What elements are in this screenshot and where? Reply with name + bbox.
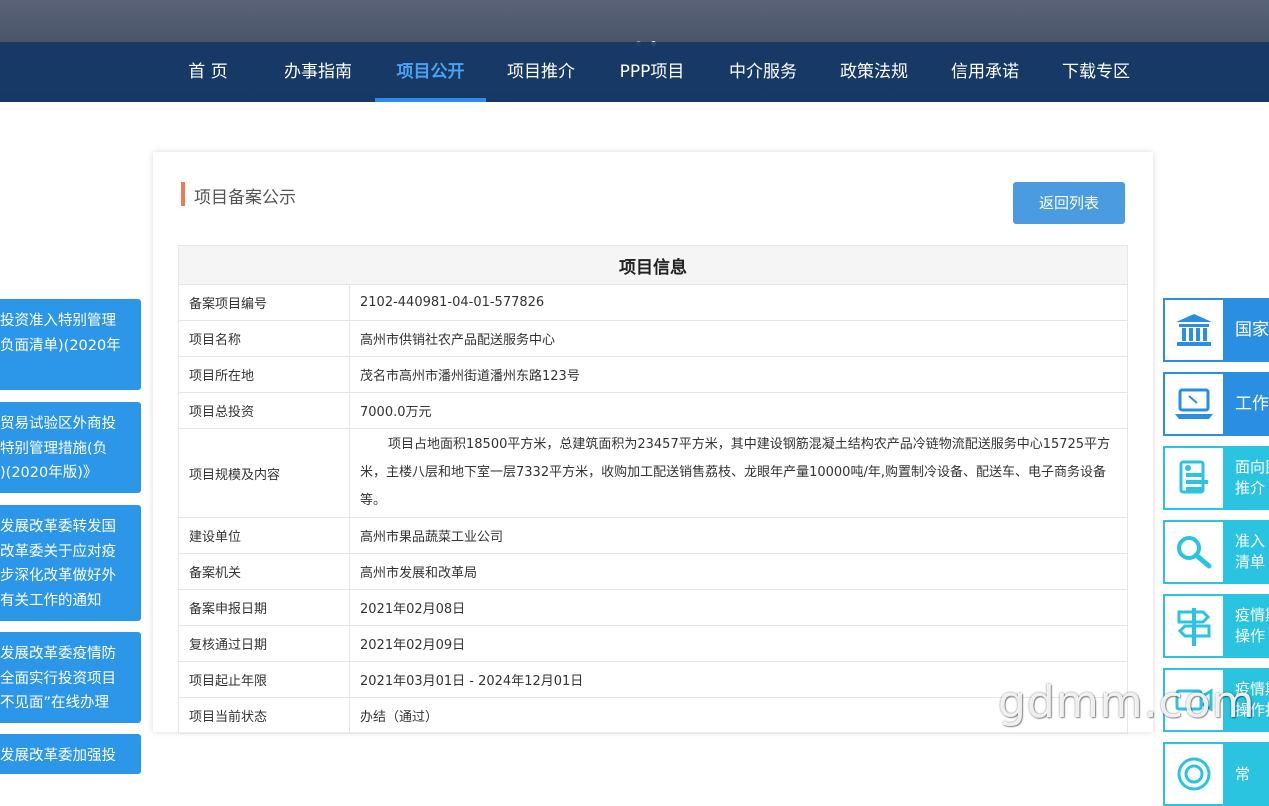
panel-line: 投资准入特别管理: [0, 313, 116, 329]
row-value: 2021年02月09日: [349, 625, 1128, 662]
row-value: 茂名市高州市潘州街道潘州东路123号: [349, 356, 1128, 393]
right-quick-link-3[interactable]: 面向民 推介: [1163, 446, 1269, 510]
target-icon: [1165, 744, 1223, 804]
row-value: 7000.0万元: [349, 392, 1128, 429]
row-value: 2102-440981-04-01-577826: [349, 284, 1128, 321]
nav-item-home[interactable]: 首 页: [168, 42, 248, 102]
panel-line: 改革委关于应对疫: [0, 543, 116, 560]
quick-link-label: 疫情期: [1235, 606, 1269, 624]
table-row: 备案项目编号 2102-440981-04-01-577826: [178, 284, 1128, 321]
panel-line: 有关工作的通知: [0, 592, 102, 609]
panel-line: )(2020年版)》: [0, 465, 98, 481]
nav-item-project-public[interactable]: 项目公开: [375, 42, 486, 102]
right-quick-link-1[interactable]: 国家: [1163, 298, 1269, 362]
table-row: 备案机关 高州市发展和改革局: [178, 553, 1128, 590]
table-row: 复核通过日期 2021年02月09日: [178, 625, 1128, 662]
row-label: 项目名称: [178, 320, 350, 357]
panel-line: 发展改革委加强投: [0, 748, 116, 764]
bank-icon: [1165, 300, 1223, 360]
panel-line: 贸易试验区外商投: [0, 416, 116, 432]
table-header: 项目信息: [178, 245, 1128, 285]
project-info-table: 项目信息 备案项目编号 2102-440981-04-01-577826 项目名…: [178, 245, 1128, 734]
panel-line: 特别管理措施(负: [0, 440, 108, 457]
left-policy-link-5[interactable]: 发展改革委加强投: [0, 734, 141, 774]
quick-link-label: 推介: [1235, 479, 1266, 497]
quick-link-label: 准入: [1235, 532, 1266, 550]
left-policy-link-1[interactable]: 投资准入特别管理 负面清单)(2020年: [0, 299, 141, 390]
quick-link-label: 工作: [1235, 393, 1269, 414]
nav-item-agency[interactable]: 中介服务: [715, 42, 811, 102]
row-label: 项目总投资: [178, 392, 350, 429]
row-value: 2021年02月08日: [349, 589, 1128, 626]
row-value: 高州市发展和改革局: [349, 553, 1128, 590]
row-label: 备案机关: [178, 553, 350, 590]
watermark: gdmm.com: [998, 677, 1256, 728]
row-label: 项目起止年限: [178, 661, 350, 698]
main-nav: 首 页 办事指南 项目公开 项目推介 PPP项目 中介服务 政策法规 信用承诺 …: [0, 42, 1269, 102]
table-row: 备案申报日期 2021年02月08日: [178, 589, 1128, 626]
nav-item-download[interactable]: 下载专区: [1048, 42, 1144, 102]
table-row: 项目总投资 7000.0万元: [178, 392, 1128, 429]
table-row: 项目规模及内容 项目占地面积18500平方米，总建筑面积为23457平方米，其中…: [178, 428, 1128, 518]
page-title: 项目备案公示: [194, 188, 296, 208]
nav-item-ppp[interactable]: PPP项目: [604, 42, 700, 102]
search-icon: [1165, 522, 1223, 582]
panel-line: 负面清单)(2020年: [0, 337, 121, 354]
table-row: 项目当前状态 办结（通过）: [178, 697, 1128, 734]
nav-item-policy[interactable]: 政策法规: [826, 42, 922, 102]
quick-link-label: 国家: [1235, 319, 1269, 340]
right-quick-link-4[interactable]: 准入 清单: [1163, 520, 1269, 584]
quick-link-label: 清单: [1235, 553, 1266, 571]
row-label: 项目规模及内容: [178, 428, 350, 518]
table-row: 项目名称 高州市供销社农产品配送服务中心: [178, 320, 1128, 357]
right-quick-link-5[interactable]: 疫情期 操作: [1163, 594, 1269, 658]
banner-bridge-image: [0, 0, 1269, 42]
left-policy-link-3[interactable]: 发展改革委转发国 改革委关于应对疫 步深化改革做好外 有关工作的通知: [0, 505, 141, 621]
quick-link-label: 面向民: [1235, 458, 1269, 476]
quick-link-label: 操作: [1235, 627, 1266, 645]
row-label: 项目当前状态: [178, 697, 350, 734]
signpost-icon: [1165, 596, 1223, 656]
back-to-list-button[interactable]: 返回列表: [1013, 182, 1125, 224]
left-policy-link-4[interactable]: 发展改革委疫情防 全面实行投资项目 不见面”在线办理: [0, 632, 141, 723]
nav-item-project-promotion[interactable]: 项目推介: [493, 42, 589, 102]
row-label: 复核通过日期: [178, 625, 350, 662]
panel-line: 不见面”在线办理: [0, 695, 110, 711]
left-policy-link-2[interactable]: 贸易试验区外商投 特别管理措施(负 )(2020年版)》: [0, 402, 141, 493]
table-row: 建设单位 高州市果品蔬菜工业公司: [178, 517, 1128, 554]
panel-line: 发展改革委转发国: [0, 519, 116, 535]
row-label: 建设单位: [178, 517, 350, 554]
right-quick-link-7[interactable]: 常: [1163, 742, 1269, 806]
nav-item-guide[interactable]: 办事指南: [270, 42, 366, 102]
table-row: 项目所在地 茂名市高州市潘州街道潘州东路123号: [178, 356, 1128, 393]
row-label: 备案项目编号: [178, 284, 350, 321]
laptop-icon: [1165, 374, 1223, 434]
row-value: 高州市供销社农产品配送服务中心: [349, 320, 1128, 357]
project-card: 项目备案公示 返回列表 项目信息 备案项目编号 2102-440981-04-0…: [153, 152, 1153, 734]
row-value-description: 项目占地面积18500平方米，总建筑面积为23457平方米，其中建设钢筋混凝土结…: [349, 428, 1128, 518]
panel-line: 步深化改革做好外: [0, 568, 116, 584]
doc-icon: [1165, 448, 1223, 508]
nav-item-credit[interactable]: 信用承诺: [937, 42, 1033, 102]
title-accent: [181, 182, 185, 206]
table-row: 项目起止年限 2021年03月01日 - 2024年12月01日: [178, 661, 1128, 698]
description-text: 项目占地面积18500平方米，总建筑面积为23457平方米，其中建设钢筋混凝土结…: [360, 437, 1111, 508]
panel-line: 发展改革委疫情防: [0, 646, 116, 662]
right-quick-link-2[interactable]: 工作: [1163, 372, 1269, 436]
row-label: 项目所在地: [178, 356, 350, 393]
row-label: 备案申报日期: [178, 589, 350, 626]
row-value: 高州市果品蔬菜工业公司: [349, 517, 1128, 554]
panel-line: 全面实行投资项目: [0, 670, 116, 687]
